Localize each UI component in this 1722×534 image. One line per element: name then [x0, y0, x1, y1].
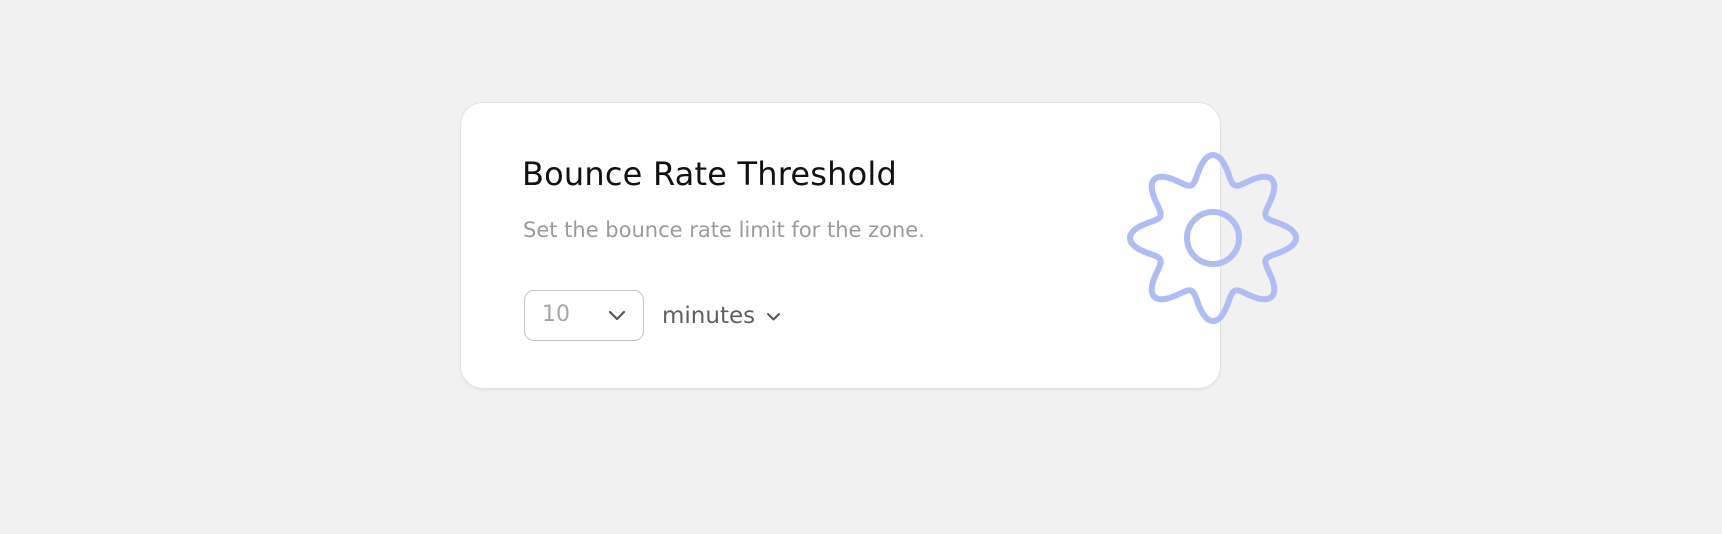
- card-description: Set the bounce rate limit for the zone.: [523, 218, 925, 242]
- threshold-unit-dropdown[interactable]: minutes: [662, 299, 782, 333]
- card-title: Bounce Rate Threshold: [522, 155, 897, 193]
- chevron-down-icon: [608, 310, 626, 321]
- settings-card: Bounce Rate Threshold Set the bounce rat…: [461, 103, 1220, 388]
- gear-icon: [1127, 152, 1299, 324]
- threshold-unit: minutes: [662, 303, 756, 329]
- threshold-value-dropdown[interactable]: 10: [524, 290, 644, 341]
- threshold-value: 10: [542, 302, 570, 327]
- chevron-down-icon: [767, 313, 781, 321]
